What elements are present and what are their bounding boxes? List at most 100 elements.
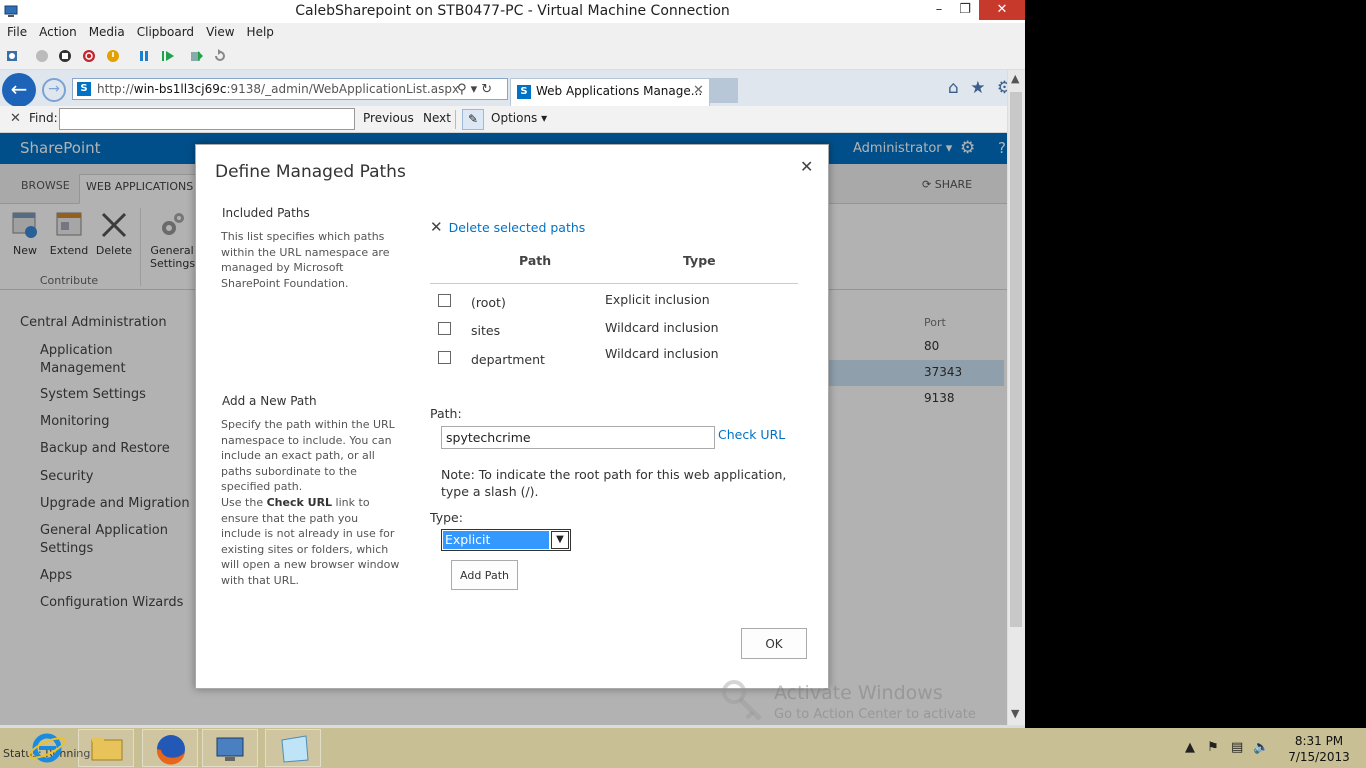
highlight-pen-icon[interactable]: ✎ <box>462 109 484 130</box>
path-name: department <box>471 352 545 367</box>
find-label: Find: <box>29 111 58 125</box>
add-new-path-heading: Add a New Path <box>222 394 317 408</box>
vm-window-title: CalebSharepoint on STB0477-PC - Virtual … <box>295 3 730 19</box>
find-bar: ✕ Find: Previous Next ✎ Options ▾ <box>0 106 1007 133</box>
address-url[interactable]: http://win-bs1ll3cj69c:9138/_admin/WebAp… <box>97 82 459 96</box>
folder-icon <box>91 737 123 761</box>
dialog-title: Define Managed Paths <box>215 162 406 182</box>
ctrl-alt-del-icon[interactable] <box>5 49 19 63</box>
taskbar-internet-explorer[interactable] <box>20 729 76 767</box>
path-checkbox[interactable] <box>438 322 451 335</box>
taskbar-file-explorer[interactable] <box>78 729 134 767</box>
vm-toolbar <box>0 44 1025 70</box>
path-input[interactable] <box>441 426 715 449</box>
find-input[interactable] <box>59 108 355 130</box>
taskbar-firefox[interactable] <box>142 729 198 767</box>
scroll-down-arrow-icon[interactable]: ▼ <box>1011 707 1019 720</box>
taskbar-remote-desktop[interactable] <box>202 729 258 767</box>
add-new-path-description: Specify the path within the URL namespac… <box>221 418 395 493</box>
maximize-button[interactable]: ❐ <box>952 0 978 20</box>
revert-icon[interactable] <box>213 49 227 63</box>
menu-file[interactable]: File <box>0 23 32 39</box>
type-select-value: Explicit inclusion <box>443 531 549 565</box>
scroll-thumb[interactable] <box>1010 92 1022 627</box>
delete-selected-paths-label: Delete selected paths <box>448 220 586 235</box>
header-divider <box>430 283 798 284</box>
path-type: Wildcard inclusion <box>605 320 719 335</box>
browser-toolbar-icons: ⌂ ★ ⚙ <box>948 78 1012 98</box>
start-icon[interactable] <box>35 49 49 63</box>
minimize-button[interactable]: – <box>926 0 952 20</box>
menu-media[interactable]: Media <box>82 23 130 39</box>
type-column-header: Type <box>683 253 716 268</box>
key-icon <box>722 680 762 721</box>
type-select[interactable]: Explicit inclusion ▼ <box>441 529 571 565</box>
path-name: (root) <box>471 295 506 310</box>
unused-screen-area <box>1025 0 1366 728</box>
new-tab-button[interactable] <box>710 78 738 103</box>
network-icon[interactable]: ▤ <box>1231 740 1243 755</box>
pause-icon[interactable] <box>137 49 151 63</box>
path-checkbox[interactable] <box>438 294 451 307</box>
taskbar: Status: Running ▲ ⚑ ▤ 🔈 8:31 PM 7/15/201… <box>0 728 1366 768</box>
dialog-close-icon[interactable]: ✕ <box>800 157 813 176</box>
resume-icon[interactable] <box>161 49 175 63</box>
path-name: sites <box>471 323 501 338</box>
system-tray: ▲ ⚑ ▤ 🔈 <box>1185 740 1270 755</box>
menu-view[interactable]: View <box>199 23 239 39</box>
tab-close-icon[interactable]: ✕ <box>693 83 704 98</box>
browser-navigation-bar: ← → S http://win-bs1ll3cj69c:9138/_admin… <box>0 70 1025 107</box>
find-separator <box>455 110 456 129</box>
turn-off-icon[interactable] <box>58 49 72 63</box>
path-type: Explicit inclusion <box>605 292 710 307</box>
check-url-description: Use the Check URL link to ensure that th… <box>221 496 400 587</box>
scroll-up-arrow-icon[interactable]: ▲ <box>1011 72 1019 85</box>
page-scrollbar[interactable]: ▲ ▼ <box>1007 70 1025 725</box>
clock-date: 7/15/2013 <box>1288 750 1350 764</box>
find-options-button[interactable]: Options ▾ <box>491 111 547 125</box>
shutdown-icon[interactable] <box>82 49 96 63</box>
menu-action[interactable]: Action <box>32 23 82 39</box>
add-path-button[interactable]: Add Path <box>451 560 518 590</box>
path-type: Wildcard inclusion <box>605 346 719 361</box>
delete-selected-paths-link[interactable]: ✕ Delete selected paths <box>430 218 585 236</box>
type-label: Type: <box>430 510 463 525</box>
notepad-icon <box>281 735 309 763</box>
menu-help[interactable]: Help <box>240 23 279 39</box>
favorites-star-icon[interactable]: ★ <box>970 78 985 98</box>
chevron-down-icon[interactable]: ▼ <box>551 531 569 549</box>
address-bar[interactable]: S http://win-bs1ll3cj69c:9138/_admin/Web… <box>72 78 508 100</box>
taskbar-clock[interactable]: 8:31 PM 7/15/2013 <box>1276 733 1362 765</box>
tab-web-applications[interactable]: S Web Applications Manage... ✕ <box>510 78 710 106</box>
ok-button[interactable]: OK <box>741 628 807 659</box>
action-center-flag-icon[interactable]: ⚑ <box>1207 740 1219 755</box>
address-tools[interactable]: ⚲ ▾ ↻ <box>457 82 492 97</box>
home-icon[interactable]: ⌂ <box>948 78 959 98</box>
watermark-subtitle: Go to Action Center to activate <box>774 707 976 722</box>
firefox-icon <box>156 735 185 765</box>
show-hidden-icons-icon[interactable]: ▲ <box>1185 740 1195 755</box>
taskbar-notepad[interactable] <box>265 729 321 767</box>
find-close-icon[interactable]: ✕ <box>10 111 21 126</box>
sharepoint-favicon-icon: S <box>77 82 91 96</box>
vm-titlebar: CalebSharepoint on STB0477-PC - Virtual … <box>0 0 1025 23</box>
delete-x-icon: ✕ <box>430 218 443 236</box>
find-previous-button[interactable]: Previous <box>363 111 414 125</box>
volume-icon[interactable]: 🔈 <box>1253 740 1269 755</box>
tab-title: Web Applications Manage... <box>536 84 703 98</box>
table-row: sites Wildcard inclusion <box>430 320 798 346</box>
close-window-button[interactable]: ✕ <box>979 0 1025 20</box>
back-button[interactable]: ← <box>2 73 36 107</box>
path-checkbox[interactable] <box>438 351 451 364</box>
power-icon[interactable] <box>106 49 120 63</box>
forward-button[interactable]: → <box>42 78 66 102</box>
clock-time: 8:31 PM <box>1294 734 1344 748</box>
menu-clipboard[interactable]: Clipboard <box>130 23 199 39</box>
table-row: department Wildcard inclusion <box>430 346 798 375</box>
check-url-link[interactable]: Check URL <box>718 427 785 442</box>
path-label: Path: <box>430 406 462 421</box>
included-paths-heading: Included Paths <box>222 206 310 220</box>
find-next-button[interactable]: Next <box>423 111 451 125</box>
watermark-title: Activate Windows <box>774 682 943 704</box>
checkpoint-icon[interactable] <box>190 49 204 63</box>
